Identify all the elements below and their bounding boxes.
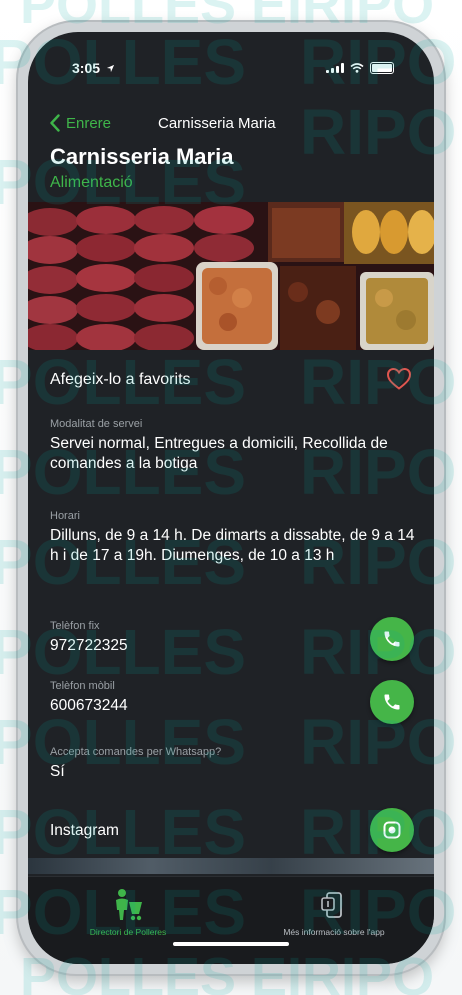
instagram-icon	[383, 821, 401, 839]
tab-info-label: Més informació sobre l'app	[283, 927, 385, 937]
location-arrow-icon	[106, 64, 115, 73]
heart-icon	[386, 367, 412, 390]
instagram-button[interactable]	[370, 808, 414, 852]
chevron-left-icon	[50, 114, 60, 132]
tab-directory[interactable]: Directori de Polleres	[28, 887, 228, 937]
wifi-icon	[350, 63, 364, 73]
phone-icon	[384, 694, 400, 710]
store-name: Carnisseria Maria	[50, 144, 234, 169]
service-mode-value: Servei normal, Entregues a domicili, Rec…	[50, 435, 388, 472]
tab-directory-label: Directori de Polleres	[89, 927, 167, 937]
phone-frame: 3:05 Enrere Carnisseria Maria Carnisseri…	[18, 22, 444, 974]
landline-label: Telèfon fix	[50, 620, 100, 632]
nav-title: Carnisseria Maria	[158, 115, 276, 132]
service-mode-field: Modalitat de servei Servei normal, Entre…	[50, 418, 390, 474]
mobile-field: Telèfon mòbil 600673244	[50, 680, 390, 716]
whatsapp-value: Sí	[50, 763, 65, 780]
service-mode-label: Modalitat de servei	[50, 418, 143, 430]
add-favorite-row[interactable]: Afegeix-lo a favorits	[28, 357, 434, 403]
call-mobile-button[interactable]	[370, 680, 414, 724]
mobile-value: 600673244	[50, 697, 128, 714]
cellular-signal-icon	[326, 63, 344, 73]
app-screenshot: POLLES EIRIPO POLLES RIPO POLLES RIPO PO…	[0, 0, 462, 995]
landline-field: Telèfon fix 972722325	[50, 620, 390, 656]
hours-field: Horari Dilluns, de 9 a 14 h. De dimarts …	[50, 510, 414, 566]
status-time: 3:05	[72, 60, 115, 76]
whatsapp-field: Accepta comandes per Whatsapp? Sí	[50, 746, 390, 782]
store-photo	[28, 202, 434, 350]
instagram-preview-strip	[28, 858, 434, 874]
phone-screen: 3:05 Enrere Carnisseria Maria Carnisseri…	[28, 32, 434, 964]
tab-bar: Directori de Polleres Més informació sob…	[28, 876, 434, 964]
hours-value: Dilluns, de 9 a 14 h. De dimarts a dissa…	[50, 527, 415, 564]
add-favorite-label: Afegeix-lo a favorits	[50, 371, 191, 388]
instagram-label: Instagram	[50, 822, 119, 839]
call-landline-button[interactable]	[370, 617, 414, 661]
battery-icon	[370, 62, 394, 74]
favorite-heart-button[interactable]	[386, 367, 412, 396]
phone-icon	[384, 631, 400, 647]
status-icons	[326, 62, 394, 74]
back-button[interactable]: Enrere	[50, 114, 111, 132]
butcher-display-image	[28, 202, 434, 350]
navigation-bar: Enrere Carnisseria Maria	[28, 108, 434, 138]
shopper-icon	[116, 889, 142, 921]
landline-value: 972722325	[50, 637, 128, 654]
back-label: Enrere	[66, 114, 112, 132]
status-bar: 3:05	[28, 32, 434, 92]
tab-info[interactable]: Més informació sobre l'app	[234, 887, 434, 937]
home-indicator[interactable]	[173, 942, 289, 946]
whatsapp-label: Accepta comandes per Whatsapp?	[50, 746, 222, 758]
app-info-icon	[321, 892, 342, 918]
store-category: Alimentació	[50, 174, 133, 191]
hours-label: Horari	[50, 510, 80, 522]
mobile-label: Telèfon mòbil	[50, 680, 115, 692]
